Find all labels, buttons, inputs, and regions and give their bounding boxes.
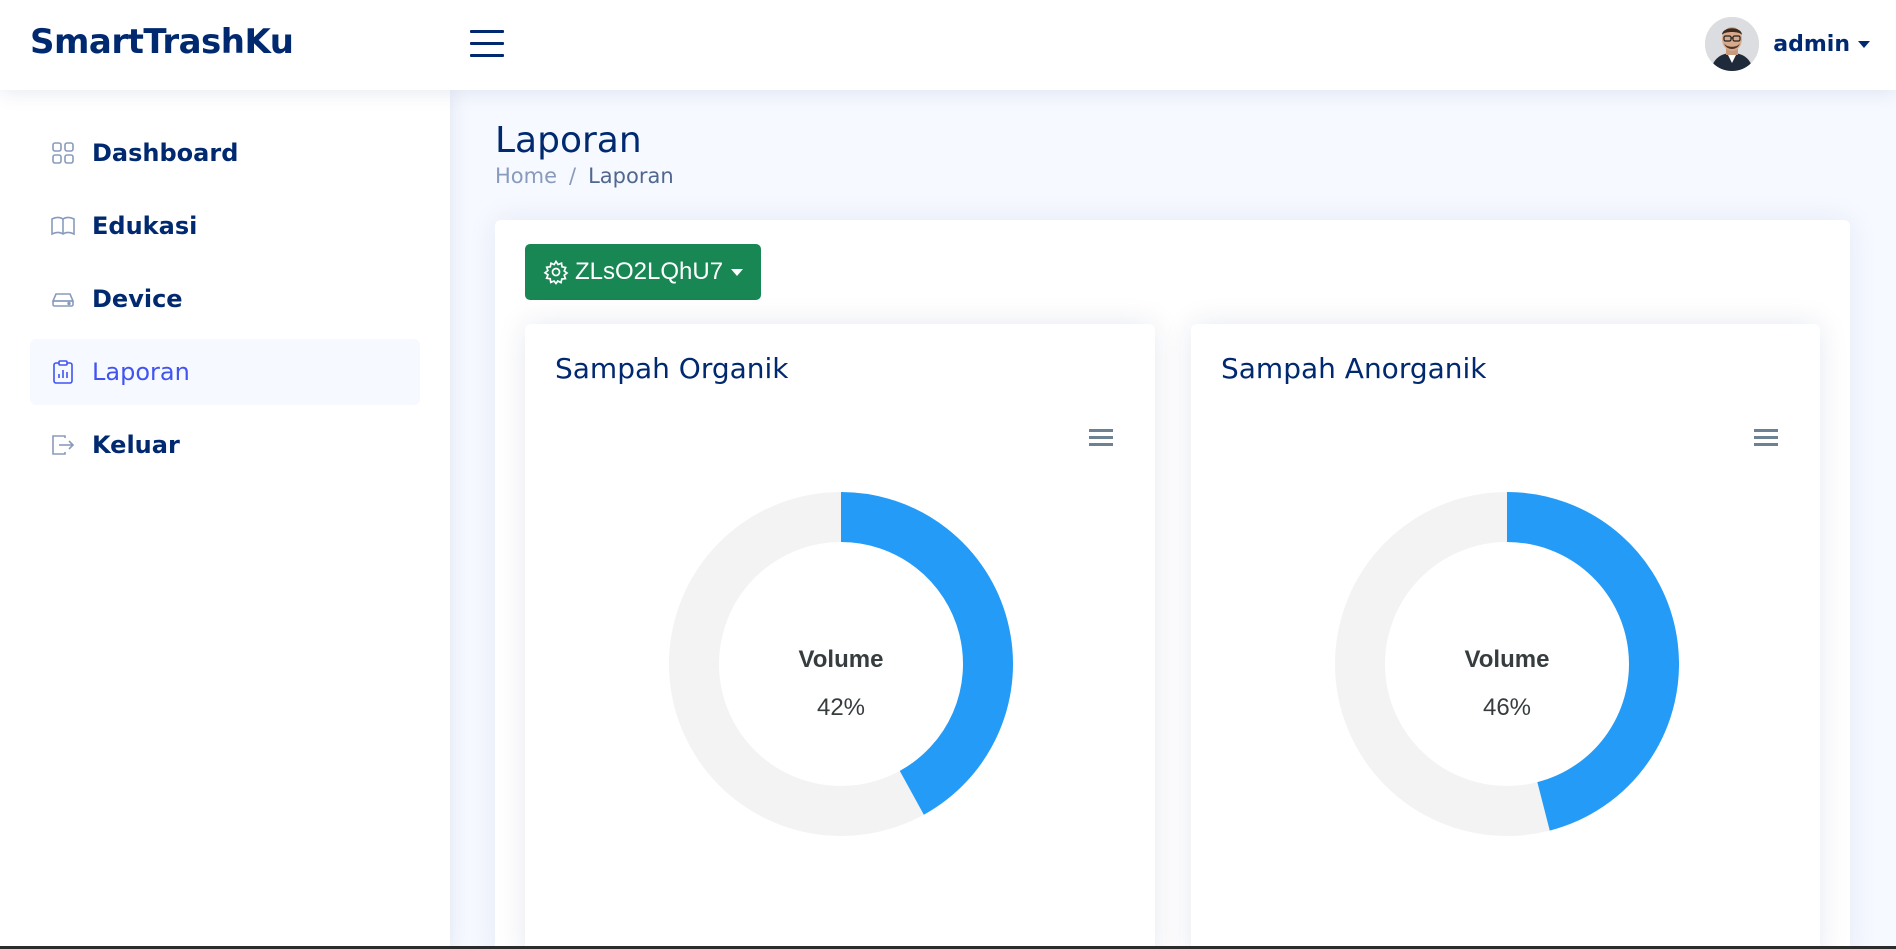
hdd-icon: [50, 286, 76, 312]
hamburger-line: [470, 54, 504, 57]
gear-icon: [543, 259, 569, 285]
top-header: SmartTrashKu admin: [0, 0, 1896, 90]
avatar: [1705, 17, 1760, 71]
logout-icon: [50, 432, 76, 458]
chart-title: Sampah Anorganik: [1221, 352, 1487, 385]
hamburger-line: [470, 42, 504, 45]
avatar-image: [1705, 17, 1760, 71]
hamburger-line: [470, 30, 504, 33]
breadcrumb: Home / Laporan: [495, 164, 674, 188]
device-select-button[interactable]: ZLsO2LQhU7: [525, 244, 761, 300]
breadcrumb-current: Laporan: [588, 164, 674, 188]
device-select-label: ZLsO2LQhU7: [575, 258, 724, 285]
donut-chart: Volume 46%: [1335, 492, 1679, 836]
chart-title: Sampah Organik: [555, 352, 789, 385]
breadcrumb-home-link[interactable]: Home: [495, 164, 557, 188]
donut-value-label: 46%: [1482, 694, 1532, 721]
app-logo[interactable]: SmartTrashKu: [30, 22, 294, 62]
chart-card-organik: Sampah Organik Volume 42%: [525, 324, 1155, 949]
donut-value-label: 42%: [816, 694, 866, 721]
sidebar-item-edukasi[interactable]: Edukasi: [30, 193, 420, 259]
chart-menu-icon[interactable]: [1754, 429, 1778, 447]
report-card: ZLsO2LQhU7 Sampah Organik Volume 42% Sam…: [495, 220, 1850, 949]
main-content: Laporan Home / Laporan ZLsO2LQhU7 Sampah…: [450, 90, 1896, 949]
donut-center-label: Volume: [1464, 646, 1550, 673]
sidebar-item-label: Device: [92, 285, 183, 313]
profile-name: admin: [1773, 31, 1850, 57]
sidebar-item-label: Keluar: [92, 431, 180, 459]
sidebar-item-keluar[interactable]: Keluar: [30, 412, 420, 478]
sidebar-item-label: Dashboard: [92, 139, 239, 167]
sidebar-item-device[interactable]: Device: [30, 266, 420, 332]
donut-chart: Volume 42%: [669, 492, 1013, 836]
sidebar: Dashboard Edukasi Device Laporan Keluar: [0, 90, 450, 949]
chart-card-anorganik: Sampah Anorganik Volume 46%: [1191, 324, 1820, 949]
chevron-down-icon: [731, 268, 744, 276]
sidebar-item-dashboard[interactable]: Dashboard: [30, 120, 420, 186]
sidebar-item-label: Laporan: [92, 358, 190, 386]
clipboard-chart-icon: [50, 359, 76, 385]
book-icon: [50, 213, 76, 239]
page-title: Laporan: [495, 120, 642, 161]
sidebar-item-label: Edukasi: [92, 212, 198, 240]
chart-menu-icon[interactable]: [1089, 429, 1113, 447]
chevron-down-icon: [1858, 40, 1870, 48]
sidebar-item-laporan[interactable]: Laporan: [30, 339, 420, 405]
profile-dropdown[interactable]: admin: [1705, 16, 1870, 72]
grid-icon: [50, 140, 76, 166]
breadcrumb-separator: /: [569, 164, 577, 188]
donut-center-label: Volume: [798, 646, 884, 673]
sidebar-toggle-button[interactable]: [470, 28, 506, 60]
